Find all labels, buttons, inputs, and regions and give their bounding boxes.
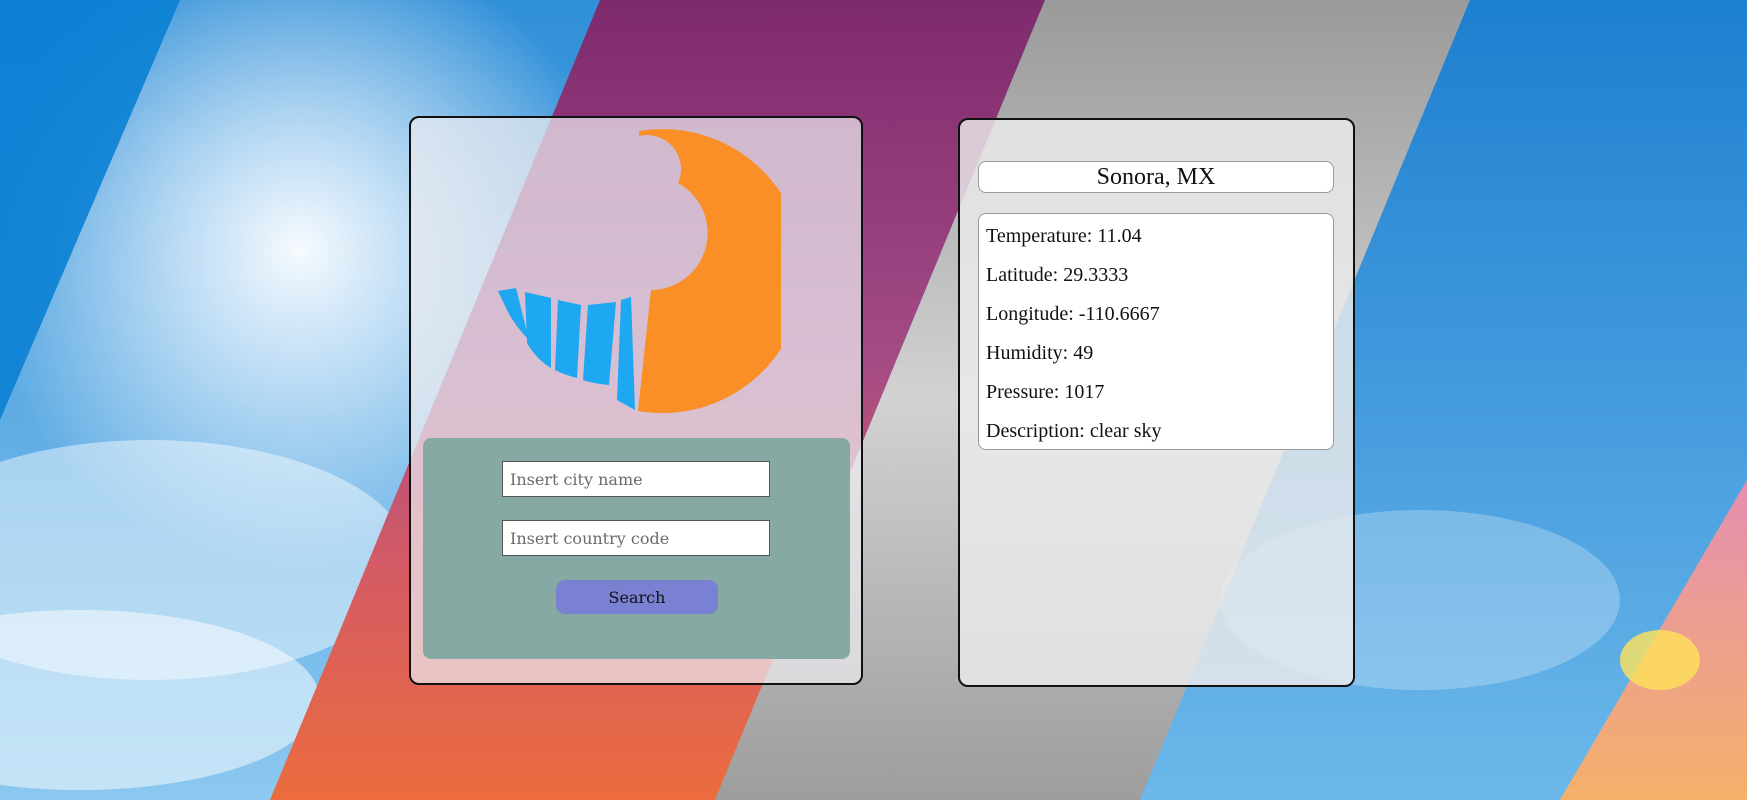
weather-results-panel: Sonora, MX Temperature: 11.04 Latitude: … [958, 118, 1355, 687]
latitude-line: Latitude: 29.3333 [986, 264, 1129, 286]
longitude-line: Longitude: -110.6667 [986, 303, 1160, 325]
weather-details: Temperature: 11.04 Latitude: 29.3333 Lon… [978, 213, 1334, 450]
description-line: Description: clear sky [986, 420, 1162, 442]
city-name-input[interactable] [502, 461, 770, 497]
location-title: Sonora, MX [978, 161, 1334, 193]
search-button[interactable]: Search [556, 580, 718, 614]
weather-moon-rain-logo-icon [498, 129, 781, 414]
temperature-line: Temperature: 11.04 [986, 225, 1142, 247]
search-form: Search [423, 438, 850, 659]
search-panel: Search [409, 116, 863, 685]
pressure-line: Pressure: 1017 [986, 381, 1105, 403]
background-photo-collage [0, 0, 1747, 800]
humidity-line: Humidity: 49 [986, 342, 1094, 364]
country-code-input[interactable] [502, 520, 770, 556]
